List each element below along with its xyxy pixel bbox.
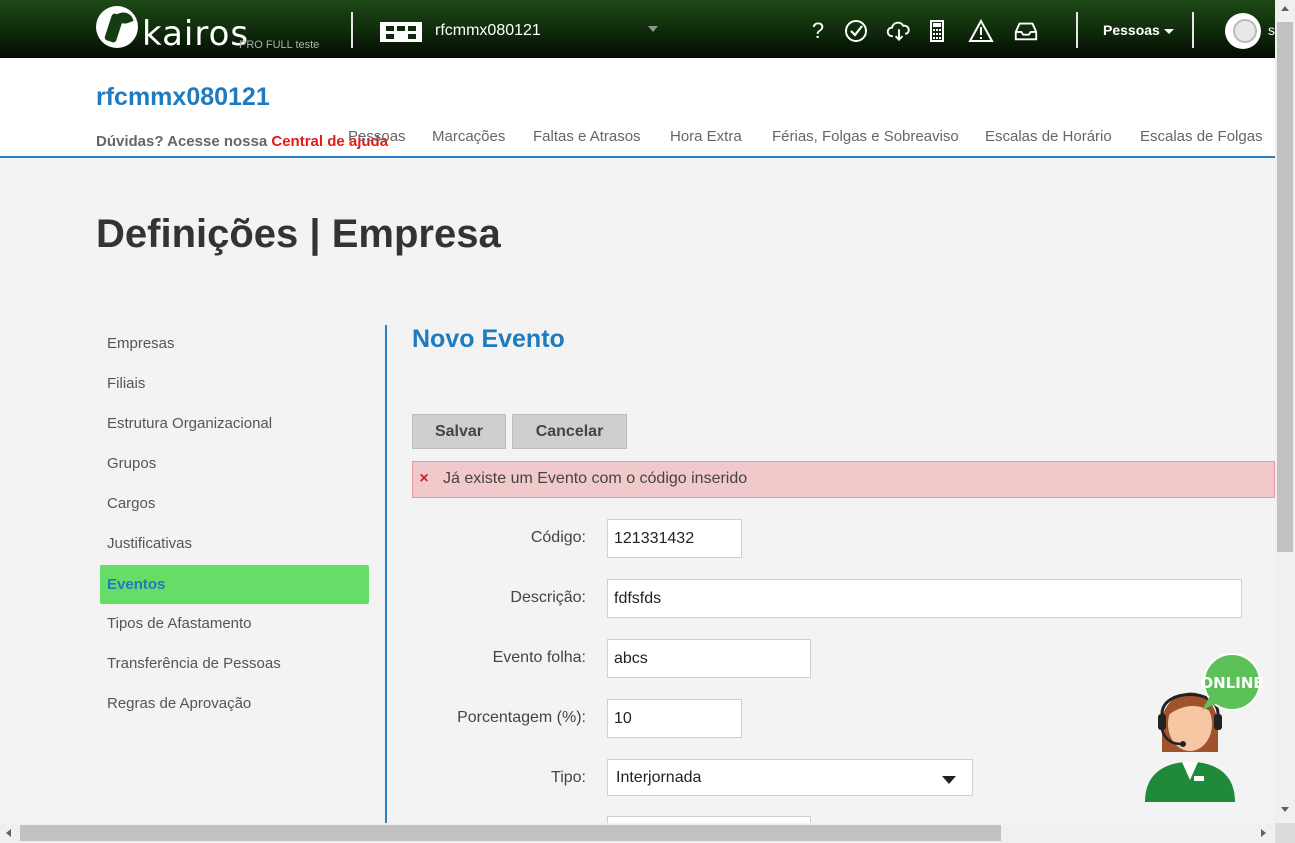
sidebar-divider — [385, 325, 387, 823]
horizontal-scrollbar[interactable] — [0, 823, 1275, 843]
next-field-input[interactable] — [607, 816, 811, 823]
tipo-label: Tipo: — [551, 769, 586, 786]
user-name[interactable]: s — [1268, 22, 1275, 38]
support-agent-icon: ONLINE — [1145, 653, 1264, 802]
company-selector[interactable]: rfcmmx080121 — [435, 22, 541, 40]
nav-escalas-folgas[interactable]: Escalas de Folgas — [1140, 128, 1263, 145]
scroll-left-arrow-icon[interactable] — [6, 829, 11, 837]
user-avatar[interactable] — [1225, 13, 1261, 49]
company-title: rfcmmx080121 — [96, 83, 270, 111]
evento-folha-label: Evento folha: — [492, 649, 586, 666]
help-prefix: Dúvidas? Acesse nossa — [96, 133, 272, 150]
sidebar-item-filiais[interactable]: Filiais — [100, 364, 369, 403]
scroll-right-arrow-icon[interactable] — [1261, 829, 1266, 837]
nav-faltas-atrasos[interactable]: Faltas e Atrasos — [533, 128, 641, 145]
horizontal-scroll-thumb[interactable] — [20, 825, 1001, 841]
tipo-select[interactable]: Interjornada — [607, 759, 973, 796]
sidebar-item-cargos[interactable]: Cargos — [100, 484, 369, 523]
close-icon[interactable]: × — [417, 469, 431, 489]
codigo-input[interactable]: 121331432 — [607, 519, 742, 558]
topbar-divider — [351, 12, 353, 48]
form-title: Novo Evento — [412, 325, 565, 353]
scrollbar-corner — [1275, 823, 1295, 843]
vertical-scroll-thumb[interactable] — [1277, 22, 1293, 552]
calculator-icon[interactable] — [924, 18, 950, 44]
codigo-label: Código: — [530, 529, 586, 546]
chevron-down-icon — [942, 776, 956, 784]
sidebar-item-transferencia[interactable]: Transferência de Pessoas — [100, 644, 369, 683]
top-bar: kairos PRO FULL teste rfcmmx080121 ? Pes… — [0, 0, 1275, 58]
inbox-icon[interactable] — [1012, 18, 1040, 44]
online-badge-text: ONLINE — [1200, 674, 1263, 692]
caret-down-icon — [1163, 28, 1174, 34]
logo-wordmark: kairos — [142, 14, 250, 54]
kairos-logo[interactable]: kairos PRO FULL teste — [96, 6, 336, 54]
tipo-select-value: Interjornada — [616, 769, 702, 786]
logo-subtitle: PRO FULL teste — [239, 39, 320, 51]
pessoas-menu[interactable]: Pessoas — [1103, 22, 1174, 38]
feedback-icon[interactable] — [843, 18, 869, 44]
sidebar-item-grupos[interactable]: Grupos — [100, 444, 369, 483]
help-icon[interactable]: ? — [805, 18, 831, 44]
help-text: Dúvidas? Acesse nossa Central de ajuda — [96, 133, 388, 150]
scroll-down-arrow-icon[interactable] — [1281, 807, 1289, 812]
topbar-divider — [1076, 12, 1078, 48]
sidebar-item-estrutura[interactable]: Estrutura Organizacional — [100, 404, 369, 443]
descricao-label: Descrição: — [510, 589, 586, 606]
nav-ferias-folgas[interactable]: Férias, Folgas e Sobreaviso — [772, 128, 959, 145]
vertical-scrollbar[interactable] — [1275, 0, 1295, 823]
porcentagem-input[interactable]: 10 — [607, 699, 742, 738]
save-button[interactable]: Salvar — [412, 414, 506, 449]
sidebar-item-justificativas[interactable]: Justificativas — [100, 524, 369, 563]
chevron-down-icon[interactable] — [648, 26, 658, 32]
descricao-input[interactable]: fdfsfds — [607, 579, 1242, 618]
cancel-button[interactable]: Cancelar — [512, 414, 627, 449]
evento-folha-input[interactable]: abcs — [607, 639, 811, 678]
scroll-up-arrow-icon[interactable] — [1281, 6, 1289, 11]
pessoas-menu-label: Pessoas — [1103, 22, 1160, 38]
alert-message: Já existe um Evento com o código inserid… — [443, 470, 748, 487]
sidebar-item-regras-aprovacao[interactable]: Regras de Aprovação — [100, 684, 369, 723]
nav-hora-extra[interactable]: Hora Extra — [670, 128, 742, 145]
porcentagem-label: Porcentagem (%): — [457, 709, 586, 726]
sidebar-item-tipos-afastamento[interactable]: Tipos de Afastamento — [100, 604, 369, 643]
nav-escalas-horario[interactable]: Escalas de Horário — [985, 128, 1112, 145]
company-building-icon — [380, 22, 422, 42]
online-support-widget[interactable]: ONLINE — [1140, 652, 1265, 802]
alert-icon[interactable] — [968, 18, 994, 44]
error-alert: × Já existe um Evento com o código inser… — [412, 461, 1275, 498]
sidebar-item-eventos[interactable]: Eventos — [100, 565, 369, 604]
nav-pessoas[interactable]: Pessoas — [348, 128, 406, 145]
topbar-divider — [1192, 12, 1194, 48]
page-title: Definições | Empresa — [96, 212, 501, 256]
cloud-download-icon[interactable] — [884, 18, 914, 44]
nav-marcacoes[interactable]: Marcações — [432, 128, 505, 145]
page-header: rfcmmx080121 Dúvidas? Acesse nossa Centr… — [0, 58, 1275, 158]
sidebar-item-empresas[interactable]: Empresas — [100, 324, 369, 363]
kairos-logo-mark-icon — [96, 6, 138, 48]
